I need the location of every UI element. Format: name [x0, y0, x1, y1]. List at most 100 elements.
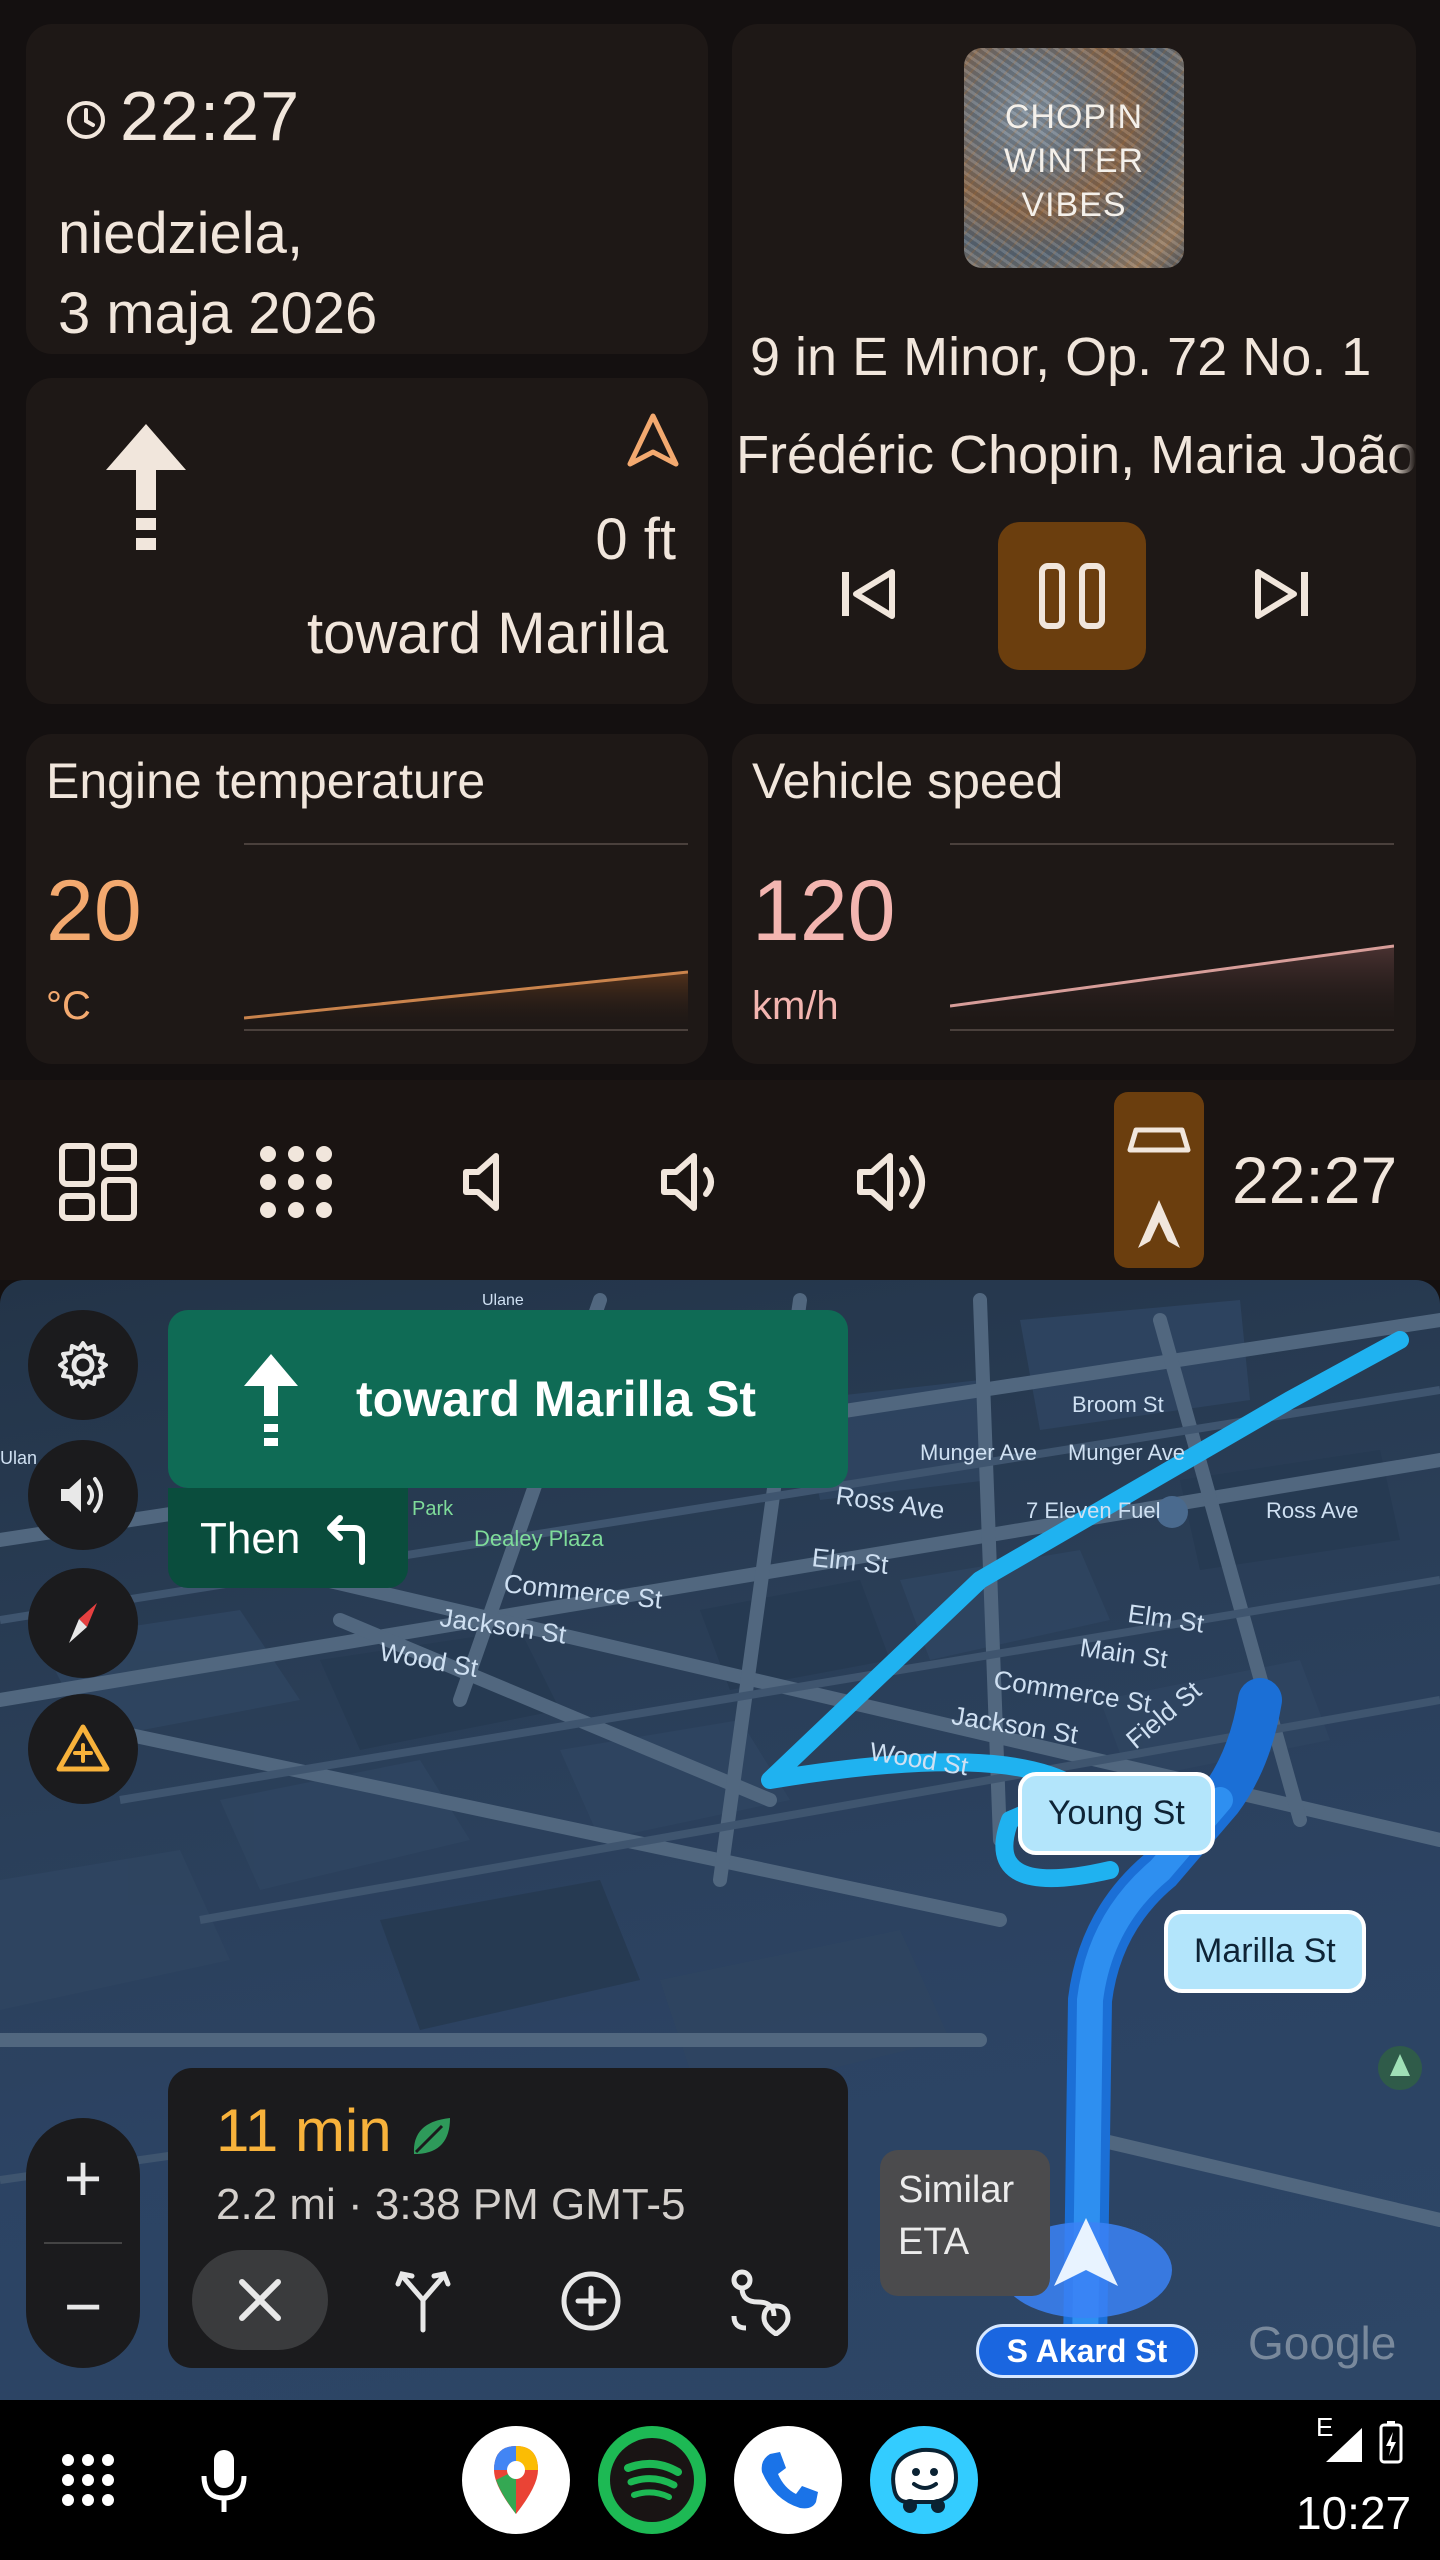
skip-previous-icon[interactable]: [828, 554, 908, 634]
zoom-out-button[interactable]: −: [26, 2256, 140, 2356]
current-street-label: S Akard St: [976, 2324, 1198, 2378]
turn-toward: toward Marilla: [307, 601, 668, 666]
add-stop-icon[interactable]: [556, 2266, 626, 2336]
pause-icon: [1039, 563, 1105, 629]
vehicle-speed-value: 120: [752, 863, 896, 959]
vehicle-speed-sparkline: [950, 843, 1394, 1031]
date-full: 3 maja 2026: [58, 281, 378, 346]
spotify-icon: [610, 2438, 694, 2522]
system-dock: E 10:27: [0, 2400, 1440, 2560]
clock-icon: [67, 101, 105, 139]
straight-arrow-icon: [244, 1354, 298, 1446]
system-clock: 10:27: [1296, 2487, 1412, 2539]
vehicle-speed-title: Vehicle speed: [752, 753, 1064, 809]
vehicle-nav-toggle[interactable]: [1114, 1092, 1204, 1268]
volume-high-icon[interactable]: [852, 1140, 936, 1224]
track-artist: Frédéric Chopin, Maria João: [736, 425, 1416, 485]
volume-icon: [61, 1477, 103, 1513]
engine-temperature-sparkline: [244, 843, 688, 1031]
end-navigation-button[interactable]: [192, 2250, 328, 2350]
control-bar: 22:27: [0, 1080, 1440, 1280]
phone-app[interactable]: [734, 2426, 842, 2534]
engine-temperature-widget[interactable]: Engine temperature 20 °C: [26, 734, 708, 1064]
turn-banner-street: toward Marilla St: [356, 1371, 757, 1427]
engine-temperature-title: Engine temperature: [46, 753, 486, 809]
street-label: Dealey Plaza: [474, 1526, 604, 1551]
street-label: Ulan: [0, 1448, 38, 1468]
album-art[interactable]: CHOPIN WINTER VIBES: [964, 48, 1184, 268]
album-art-text: WINTER: [1003, 142, 1145, 180]
signal-icon: [1326, 2428, 1362, 2462]
map-sound-button[interactable]: [28, 1440, 138, 1550]
clock-time: 22:27: [120, 77, 301, 155]
microphone-icon[interactable]: [194, 2446, 254, 2516]
alternate-routes-icon[interactable]: [388, 2266, 458, 2336]
clock-widget[interactable]: 22:27 niedziela, 3 maja 2026: [26, 24, 708, 354]
navigation-icon: [1138, 1200, 1180, 1250]
trip-info-card[interactable]: 11 min 2.2 mi · 3:38 PM GMT-5: [168, 2068, 848, 2368]
close-icon: [239, 2279, 281, 2321]
route-bubble-marilla[interactable]: Marilla St: [1164, 1910, 1366, 1993]
car-icon: [1127, 1127, 1191, 1153]
google-watermark: Google: [1248, 2317, 1397, 2369]
warning-plus-icon: [56, 1724, 110, 1772]
status-clock: 22:27: [1232, 1143, 1398, 1217]
next-turn-box: Then: [168, 1488, 408, 1588]
battery-icon: [1379, 2421, 1403, 2464]
track-title: 9 in E Minor, Op. 72 No. 1: [750, 327, 1372, 387]
waze-icon: [891, 2447, 959, 2513]
zoom-divider: [44, 2242, 122, 2244]
poi-label: 7 Eleven Fuel: [1026, 1498, 1161, 1523]
gear-icon: [58, 1341, 108, 1389]
navigation-icon: [627, 413, 679, 467]
app-grid-icon[interactable]: [254, 1140, 338, 1224]
street-label: Munger Ave: [920, 1440, 1038, 1465]
compass-button[interactable]: [28, 1568, 138, 1678]
media-widget[interactable]: CHOPIN WINTER VIBES 9 in E Minor, Op. 72…: [732, 24, 1416, 704]
vehicle-speed-widget[interactable]: Vehicle speed 120 km/h: [732, 734, 1416, 1064]
map-view[interactable]: Broom St Munger Ave Munger Ave Ross Ave …: [0, 1280, 1440, 2400]
route-overview-icon[interactable]: [724, 2266, 794, 2336]
report-incident-button[interactable]: [28, 1694, 138, 1804]
date-weekday: niedziela,: [58, 201, 304, 266]
album-art-text: VIBES: [1021, 186, 1127, 224]
waze-app[interactable]: [870, 2426, 978, 2534]
navigation-widget[interactable]: 0 ft toward Marilla: [26, 378, 708, 704]
eco-leaf-icon: [413, 2118, 450, 2154]
then-label: Then: [200, 1514, 301, 1563]
eta-details: 2.2 mi · 3:38 PM GMT-5: [216, 2180, 686, 2229]
turn-left-icon: [327, 1515, 365, 1565]
volume-mute-icon[interactable]: [444, 1140, 528, 1224]
turn-distance: 0 ft: [595, 507, 676, 572]
turn-banner[interactable]: toward Marilla St: [168, 1310, 848, 1488]
settings-button[interactable]: [28, 1310, 138, 1420]
app-launcher-icon[interactable]: [58, 2450, 118, 2510]
pause-button[interactable]: [998, 522, 1146, 670]
compass-icon: [69, 1603, 97, 1643]
phone-icon: [761, 2452, 818, 2509]
street-label: Ross Ave: [1266, 1498, 1359, 1523]
engine-temperature-unit: °C: [46, 984, 91, 1028]
clock-date: niedziela, 3 maja 2026: [58, 194, 377, 354]
eta-duration: 11 min: [216, 2097, 392, 2164]
street-label: Park: [412, 1498, 454, 1520]
similar-eta-label[interactable]: Similar ETA: [880, 2150, 1050, 2296]
google-maps-app[interactable]: [462, 2426, 570, 2534]
spotify-app[interactable]: [598, 2426, 706, 2534]
volume-low-icon[interactable]: [650, 1140, 734, 1224]
street-label: Ulane: [482, 1292, 524, 1309]
album-art-text: CHOPIN: [1004, 98, 1144, 136]
route-bubble-young[interactable]: Young St: [1018, 1772, 1215, 1855]
zoom-controls: + −: [26, 2118, 140, 2368]
dashboard-icon[interactable]: [56, 1140, 140, 1224]
engine-temperature-value: 20: [46, 863, 142, 959]
straight-arrow-icon: [106, 424, 186, 550]
street-label: Broom St: [1072, 1392, 1164, 1417]
vehicle-speed-unit: km/h: [752, 984, 839, 1028]
street-label: Munger Ave: [1068, 1440, 1186, 1465]
android-auto-screen: 22:27 niedziela, 3 maja 2026 0 ft toward…: [0, 0, 1440, 2560]
zoom-in-button[interactable]: +: [26, 2128, 140, 2228]
text-fade: [1392, 314, 1416, 494]
skip-next-icon[interactable]: [1242, 554, 1322, 634]
google-maps-icon: [494, 2446, 538, 2514]
